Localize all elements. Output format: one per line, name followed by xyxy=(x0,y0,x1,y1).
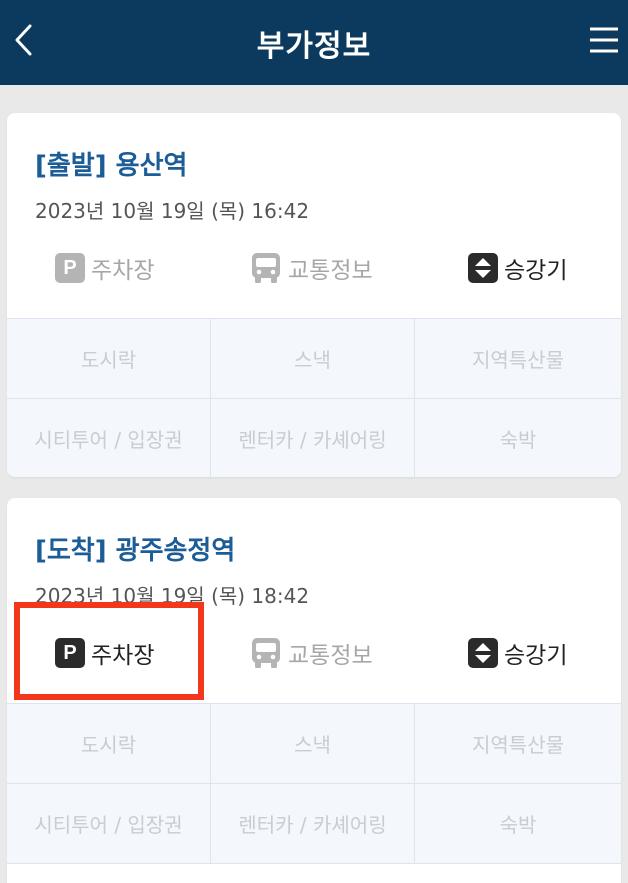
datetime-text: 2023년 10월 19일 (목) 18:42 xyxy=(35,584,310,608)
back-button[interactable] xyxy=(4,20,44,60)
station-title: [출발] 용산역 xyxy=(35,151,188,181)
chevron-left-icon xyxy=(15,24,32,56)
service-lunchbox[interactable]: 도시락 xyxy=(7,319,211,399)
service-rental-car[interactable]: 렌터카 / 카셰어링 xyxy=(211,784,415,864)
parking-icon: P xyxy=(55,638,85,668)
service-city-tour[interactable]: 시티투어 / 입장권 xyxy=(7,399,211,477)
info-row: P 주차장 교통정보 승강기 xyxy=(7,247,621,289)
elevator-label: 승강기 xyxy=(504,643,568,669)
hamburger-menu-icon xyxy=(590,27,618,53)
elevator-icon xyxy=(468,253,498,283)
arrival-card: [도착] 광주송정역 2023년 10월 19일 (목) 18:42 P 주차장… xyxy=(7,498,621,883)
parking-button[interactable]: P 주차장 xyxy=(55,632,154,674)
service-city-tour[interactable]: 시티투어 / 입장권 xyxy=(7,784,211,864)
app-header: 부가정보 xyxy=(0,0,628,85)
elevator-button[interactable]: 승강기 xyxy=(468,632,567,674)
service-grid: 도시락 스낵 지역특산물 시티투어 / 입장권 렌터카 / 카셰어링 숙박 xyxy=(7,703,621,864)
service-lodging[interactable]: 숙박 xyxy=(415,399,621,477)
menu-button[interactable] xyxy=(586,20,622,60)
elevator-label: 승강기 xyxy=(504,258,568,284)
bus-icon xyxy=(252,253,280,283)
info-row: P 주차장 교통정보 승강기 xyxy=(7,632,621,674)
service-snack[interactable]: 스낵 xyxy=(211,704,415,784)
service-lunchbox[interactable]: 도시락 xyxy=(7,704,211,784)
traffic-info-button[interactable]: 교통정보 xyxy=(250,632,373,674)
datetime-text: 2023년 10월 19일 (목) 16:42 xyxy=(35,199,310,223)
service-local-specialty[interactable]: 지역특산물 xyxy=(415,704,621,784)
parking-icon: P xyxy=(55,253,85,283)
traffic-info-label: 교통정보 xyxy=(288,258,373,284)
station-title: [도착] 광주송정역 xyxy=(35,536,236,566)
service-rental-car[interactable]: 렌터카 / 카셰어링 xyxy=(211,399,415,477)
traffic-info-label: 교통정보 xyxy=(288,643,373,669)
parking-button[interactable]: P 주차장 xyxy=(55,247,154,289)
service-lodging[interactable]: 숙박 xyxy=(415,784,621,864)
service-grid: 도시락 스낵 지역특산물 시티투어 / 입장권 렌터카 / 카셰어링 숙박 xyxy=(7,318,621,477)
departure-card: [출발] 용산역 2023년 10월 19일 (목) 16:42 P 주차장 교… xyxy=(7,113,621,477)
parking-label: 주차장 xyxy=(91,643,155,669)
parking-label: 주차장 xyxy=(91,258,155,284)
elevator-icon xyxy=(468,638,498,668)
service-local-specialty[interactable]: 지역특산물 xyxy=(415,319,621,399)
page-title: 부가정보 xyxy=(256,28,372,64)
traffic-info-button[interactable]: 교통정보 xyxy=(250,247,373,289)
bus-icon xyxy=(252,638,280,668)
service-snack[interactable]: 스낵 xyxy=(211,319,415,399)
elevator-button[interactable]: 승강기 xyxy=(468,247,567,289)
